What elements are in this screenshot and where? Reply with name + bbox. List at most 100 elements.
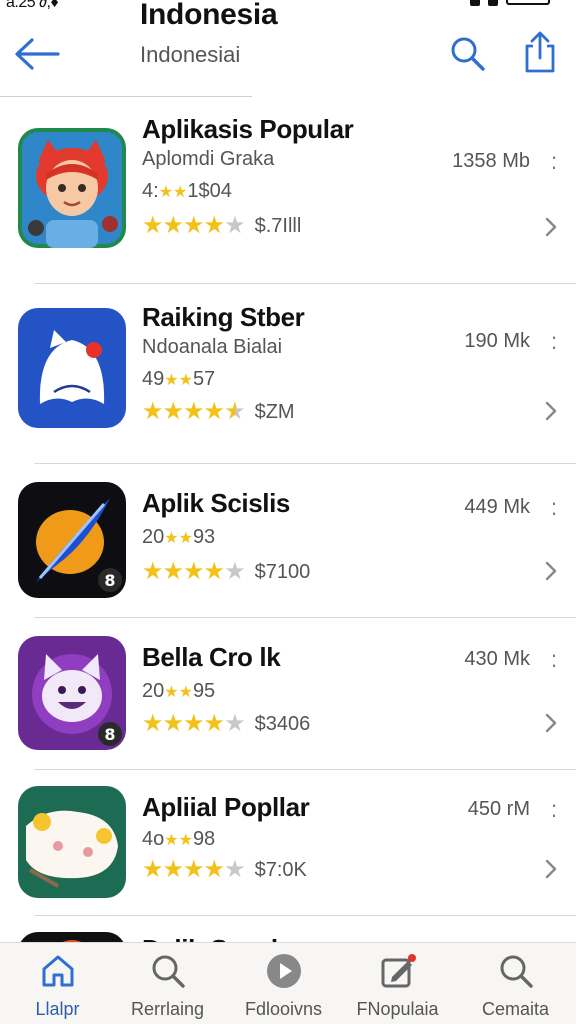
search-icon [152, 955, 185, 988]
star-icon: ★ [162, 398, 184, 425]
tab-home[interactable]: Llalpr [0, 943, 115, 1024]
more-options-icon[interactable]: · · [548, 326, 560, 358]
more-options-icon[interactable]: · · [548, 644, 560, 676]
search-button[interactable] [448, 34, 488, 74]
rating: ★★★★★ $ZM [142, 400, 295, 424]
ghost-icon [18, 308, 126, 428]
app-size: 190 Mk [464, 330, 530, 352]
star-icon: ★ [162, 212, 184, 239]
meta-suffix: 1$04 [187, 180, 232, 202]
app-price: $3406 [254, 712, 311, 735]
star-icon: ★ [203, 558, 225, 585]
search-icon [451, 37, 485, 71]
rating: ★★★★★ $3406 [142, 712, 310, 736]
back-button[interactable] [12, 36, 64, 72]
page-title: Indonesia [140, 0, 278, 31]
chevron-right-icon[interactable] [544, 560, 558, 582]
meta-suffix: 98 [192, 828, 216, 850]
star-icon: ★ [142, 398, 163, 425]
share-icon [525, 31, 555, 73]
cat-character-icon: 8 [18, 636, 126, 750]
meta-prefix: 4o [142, 828, 165, 850]
share-button[interactable] [520, 30, 560, 74]
meta-suffix: 95 [192, 680, 216, 702]
app-name: Aplik Scislis [142, 488, 290, 518]
app-name: Apliial Popllar [142, 792, 310, 822]
app-price: $7:0K [254, 858, 307, 881]
tab-search-2[interactable]: Cemaita [458, 943, 573, 1024]
star-icon: ★ [203, 212, 225, 239]
chevron-right-icon[interactable] [544, 712, 558, 734]
star-icon: ★★ [164, 372, 193, 389]
app-row[interactable]: Raiking Stber Ndoanala Bialai 49★★57 ★★★… [0, 284, 576, 464]
app-developer: Aplomdi Graka [142, 148, 275, 170]
arrow-left-icon [15, 38, 60, 70]
meta-suffix: 93 [192, 526, 216, 548]
more-options-icon[interactable]: · · [548, 492, 560, 524]
tab-edit[interactable]: FNopulaia [340, 943, 455, 1024]
star-icon: ★ [183, 710, 204, 737]
rating-stars: ★★★★★ [142, 710, 246, 737]
star-icon: ★ [142, 212, 163, 239]
chevron-right-icon[interactable] [544, 216, 558, 238]
feather-icon: 8 [18, 482, 126, 598]
meta-suffix: 57 [192, 368, 216, 390]
page-subtitle: Indonesiai [140, 42, 241, 67]
app-row[interactable]: 8 Bella Cro lk 20★★95 ★★★★★ $3406 430 Mk… [0, 618, 576, 770]
app-meta: 20★★95 [142, 680, 215, 703]
tab-label: Rerrlaing [130, 999, 205, 1019]
star-icon: ★★ [164, 530, 193, 547]
app-name: Bella Cro lk [142, 642, 281, 672]
app-name: Aplikasis Popular [142, 114, 354, 144]
app-list: Aplikasis Popular Aplomdi Graka 4:★★1$04… [0, 100, 576, 972]
search-icon [500, 955, 533, 988]
app-size: 1358 Mb [452, 150, 530, 172]
star-icon: ★★ [158, 184, 188, 201]
chevron-right-icon[interactable] [544, 858, 558, 880]
app-size: 449 Mk [464, 496, 530, 518]
app-price: $ZM [254, 400, 295, 423]
tab-label: Llalpr [35, 999, 80, 1019]
star-icon: ★★ [164, 684, 193, 701]
star-icon: ★ [142, 710, 163, 737]
header-divider [0, 96, 252, 97]
tab-play[interactable]: Fdlooivns [226, 943, 341, 1024]
tab-bar: Llalpr Rerrlaing Fdlooivns FNopulaia Cem… [0, 942, 576, 1024]
star-icon: ★ [162, 710, 184, 737]
star-icon: ★ [183, 558, 204, 585]
app-row[interactable]: Apliial Popllar 4o★★98 ★★★★★ $7:0K 450 r… [0, 770, 576, 916]
star-icon: ★ [203, 398, 225, 425]
meta-prefix: 49 [142, 368, 165, 390]
tab-label: FNopulaia [356, 999, 439, 1019]
svg-text:8: 8 [104, 725, 115, 744]
more-options-icon[interactable]: · · [548, 146, 560, 178]
star-icon: ★ [183, 212, 204, 239]
app-meta: 20★★93 [142, 526, 215, 549]
app-price: $7100 [254, 560, 311, 583]
app-row[interactable]: 8 Aplik Scislis 20★★93 ★★★★★ $7100 449 M… [0, 464, 576, 618]
rating-stars: ★★★★★ [142, 856, 246, 883]
app-meta: 49★★57 [142, 368, 215, 391]
home-icon [42, 955, 74, 987]
rating: ★★★★★ $.7Illl [142, 214, 301, 238]
meta-prefix: 4: [142, 180, 159, 202]
app-meta: 4o★★98 [142, 828, 215, 851]
star-icon: ★ [203, 856, 225, 883]
chevron-right-icon[interactable] [544, 400, 558, 422]
app-size: 450 rM [467, 798, 530, 820]
star-icon: ★ [162, 558, 184, 585]
star-icon: ★ [203, 710, 225, 737]
pillow-character-icon [18, 786, 126, 898]
girl-character-icon [18, 128, 126, 248]
tab-label: Cemaita [481, 999, 550, 1019]
app-row[interactable]: Aplikasis Popular Aplomdi Graka 4:★★1$04… [0, 100, 576, 284]
meta-prefix: 20 [142, 680, 165, 702]
app-price: $.7Illl [254, 214, 302, 237]
svg-text:8: 8 [104, 571, 115, 590]
more-options-icon[interactable]: · · [548, 794, 560, 826]
navigation-bar: Indonesia Indonesiai [0, 0, 576, 96]
star-icon: ★ [224, 710, 245, 737]
tab-search[interactable]: Rerrlaing [110, 943, 225, 1024]
star-icon: ★ [224, 212, 245, 239]
meta-prefix: 20 [142, 526, 165, 548]
